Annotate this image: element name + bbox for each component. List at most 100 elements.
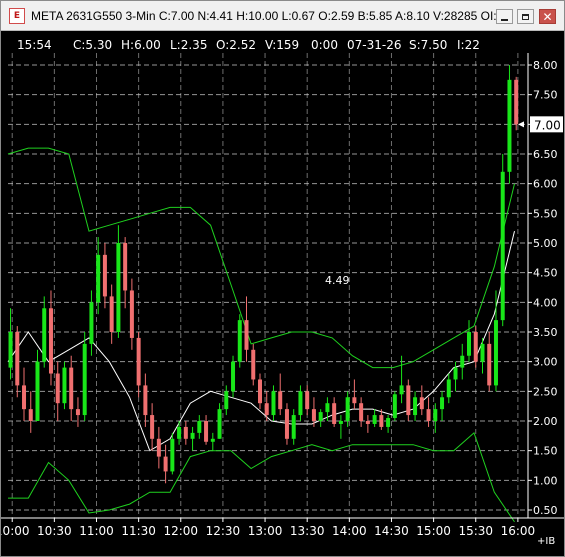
time-tick-label: 10:30 <box>37 524 72 538</box>
up-price-bar <box>460 355 465 368</box>
time-tick-label: 11:30 <box>121 524 156 538</box>
time-tick-label: 13:30 <box>290 524 325 538</box>
time-tick-label: 15:30 <box>458 524 493 538</box>
up-price-bar <box>82 343 87 416</box>
data-box-date: 07-31-26 <box>347 38 401 52</box>
data-box-implied: I:22 <box>457 38 480 52</box>
axis-extra-label: +IB <box>537 536 555 547</box>
grid-lines <box>8 53 528 518</box>
down-price-bar <box>332 403 337 424</box>
maximize-icon <box>522 13 529 20</box>
time-tick-label: 15:00 <box>416 524 451 538</box>
up-price-bar <box>96 254 101 303</box>
down-price-bar <box>251 349 256 380</box>
up-price-bar <box>453 367 458 380</box>
down-price-bar <box>48 308 53 374</box>
price-tick-label: 3.00 <box>533 356 558 369</box>
up-price-bar <box>224 391 229 410</box>
up-price-bar <box>35 361 40 421</box>
app-icon: E <box>9 8 25 24</box>
up-price-bar <box>177 426 182 439</box>
price-tick-label: 6.50 <box>533 148 558 161</box>
up-price-bar <box>440 397 445 410</box>
down-price-bar <box>156 438 161 457</box>
up-price-bar <box>298 391 303 416</box>
data-box-open: O:2.52 <box>216 38 256 52</box>
down-price-bar <box>129 290 134 338</box>
data-box-strike: S:7.50 <box>409 38 447 52</box>
title-bar[interactable]: E META 2631G550 3-Min C:7.00 N:4.41 H:10… <box>1 1 564 31</box>
up-price-bar <box>291 415 296 439</box>
up-price-bar <box>480 343 485 362</box>
chart-area[interactable]: 0.50 1.00 1.50 2.00 2.50 3.00 3.50 4.00 4.50 5.00… <box>0 31 564 556</box>
down-price-bar <box>183 426 188 439</box>
up-price-bar <box>372 415 377 424</box>
down-price-bar <box>55 373 60 404</box>
lower-band-line <box>8 432 515 523</box>
up-price-bar <box>42 308 47 362</box>
close-button[interactable]: ✕ <box>539 9 556 24</box>
down-price-bar <box>352 397 357 404</box>
data-box-close: C:5.30 <box>73 38 112 52</box>
down-price-bar <box>22 385 27 410</box>
time-tick-label: 10:00 <box>1 524 30 538</box>
down-price-bar <box>406 385 411 416</box>
up-price-bar <box>392 394 397 419</box>
time-tick-label: 14:00 <box>332 524 367 538</box>
price-axis: 0.50 1.00 1.50 2.00 2.50 3.00 3.50 4.00 4.50 5.00… <box>518 53 563 518</box>
down-price-bar <box>143 385 148 416</box>
price-tick-label: 2.00 <box>533 415 558 428</box>
down-price-bar <box>379 415 384 427</box>
up-price-bar <box>318 412 323 421</box>
up-price-bar <box>413 397 418 416</box>
down-price-bar <box>244 320 249 350</box>
maximize-button[interactable] <box>517 9 534 24</box>
price-tick-label: 3.50 <box>533 326 558 339</box>
price-tick-label: 6.00 <box>533 178 558 191</box>
down-price-bar <box>75 409 80 416</box>
last-price-label: 7.00 <box>534 118 561 132</box>
down-price-bar <box>69 367 74 410</box>
price-tick-label: 2.50 <box>533 385 558 398</box>
down-price-bar <box>102 254 107 297</box>
down-price-bar <box>359 403 364 421</box>
up-price-bar <box>386 418 391 427</box>
data-box-high: H:6.00 <box>121 38 161 52</box>
up-price-bar <box>493 320 498 386</box>
up-price-bar <box>62 367 67 404</box>
time-tick-label: 16:00 <box>501 524 536 538</box>
up-price-bar <box>500 171 505 321</box>
up-price-bar <box>217 409 222 439</box>
cursor-value-label: 4.49 <box>325 274 350 287</box>
price-tick-label: 8.00 <box>533 59 558 72</box>
down-price-bar <box>514 79 519 125</box>
bollinger-bands <box>7 147 515 523</box>
price-tick-label: 0.50 <box>533 504 558 517</box>
up-price-bar <box>89 302 94 344</box>
price-tick-label: 1.50 <box>533 445 558 458</box>
data-box-oi: 0:00 <box>311 38 338 52</box>
up-price-bar <box>433 409 438 421</box>
minimize-button[interactable] <box>496 9 513 24</box>
down-price-bar <box>204 421 209 442</box>
time-axis: 10:00 10:30 11:00 11:30 12:00 12:30 13:00 13:30… <box>0 517 564 547</box>
down-price-bar <box>419 397 424 410</box>
down-price-bar <box>163 456 168 472</box>
up-price-bar <box>271 391 276 416</box>
window-title: META 2631G550 3-Min C:7.00 N:4.41 H:10.0… <box>31 9 504 23</box>
up-price-bar <box>170 438 175 472</box>
time-tick-label: 12:00 <box>163 524 198 538</box>
up-price-bar <box>507 79 512 172</box>
data-box-low: L:2.35 <box>170 38 207 52</box>
price-chart[interactable]: 0.50 1.00 1.50 2.00 2.50 3.00 3.50 4.00 4.50 5.00… <box>0 31 564 556</box>
up-price-bar <box>325 403 330 413</box>
chart-window: E META 2631G550 3-Min C:7.00 N:4.41 H:10… <box>0 0 565 557</box>
down-price-bar <box>487 343 492 386</box>
down-price-bar <box>15 332 20 386</box>
up-price-bar <box>116 243 121 332</box>
up-price-bar <box>345 397 350 421</box>
price-tick-label: 1.00 <box>533 474 558 487</box>
down-price-bar <box>278 391 283 410</box>
down-price-bar <box>311 409 316 421</box>
down-price-bar <box>28 409 33 421</box>
